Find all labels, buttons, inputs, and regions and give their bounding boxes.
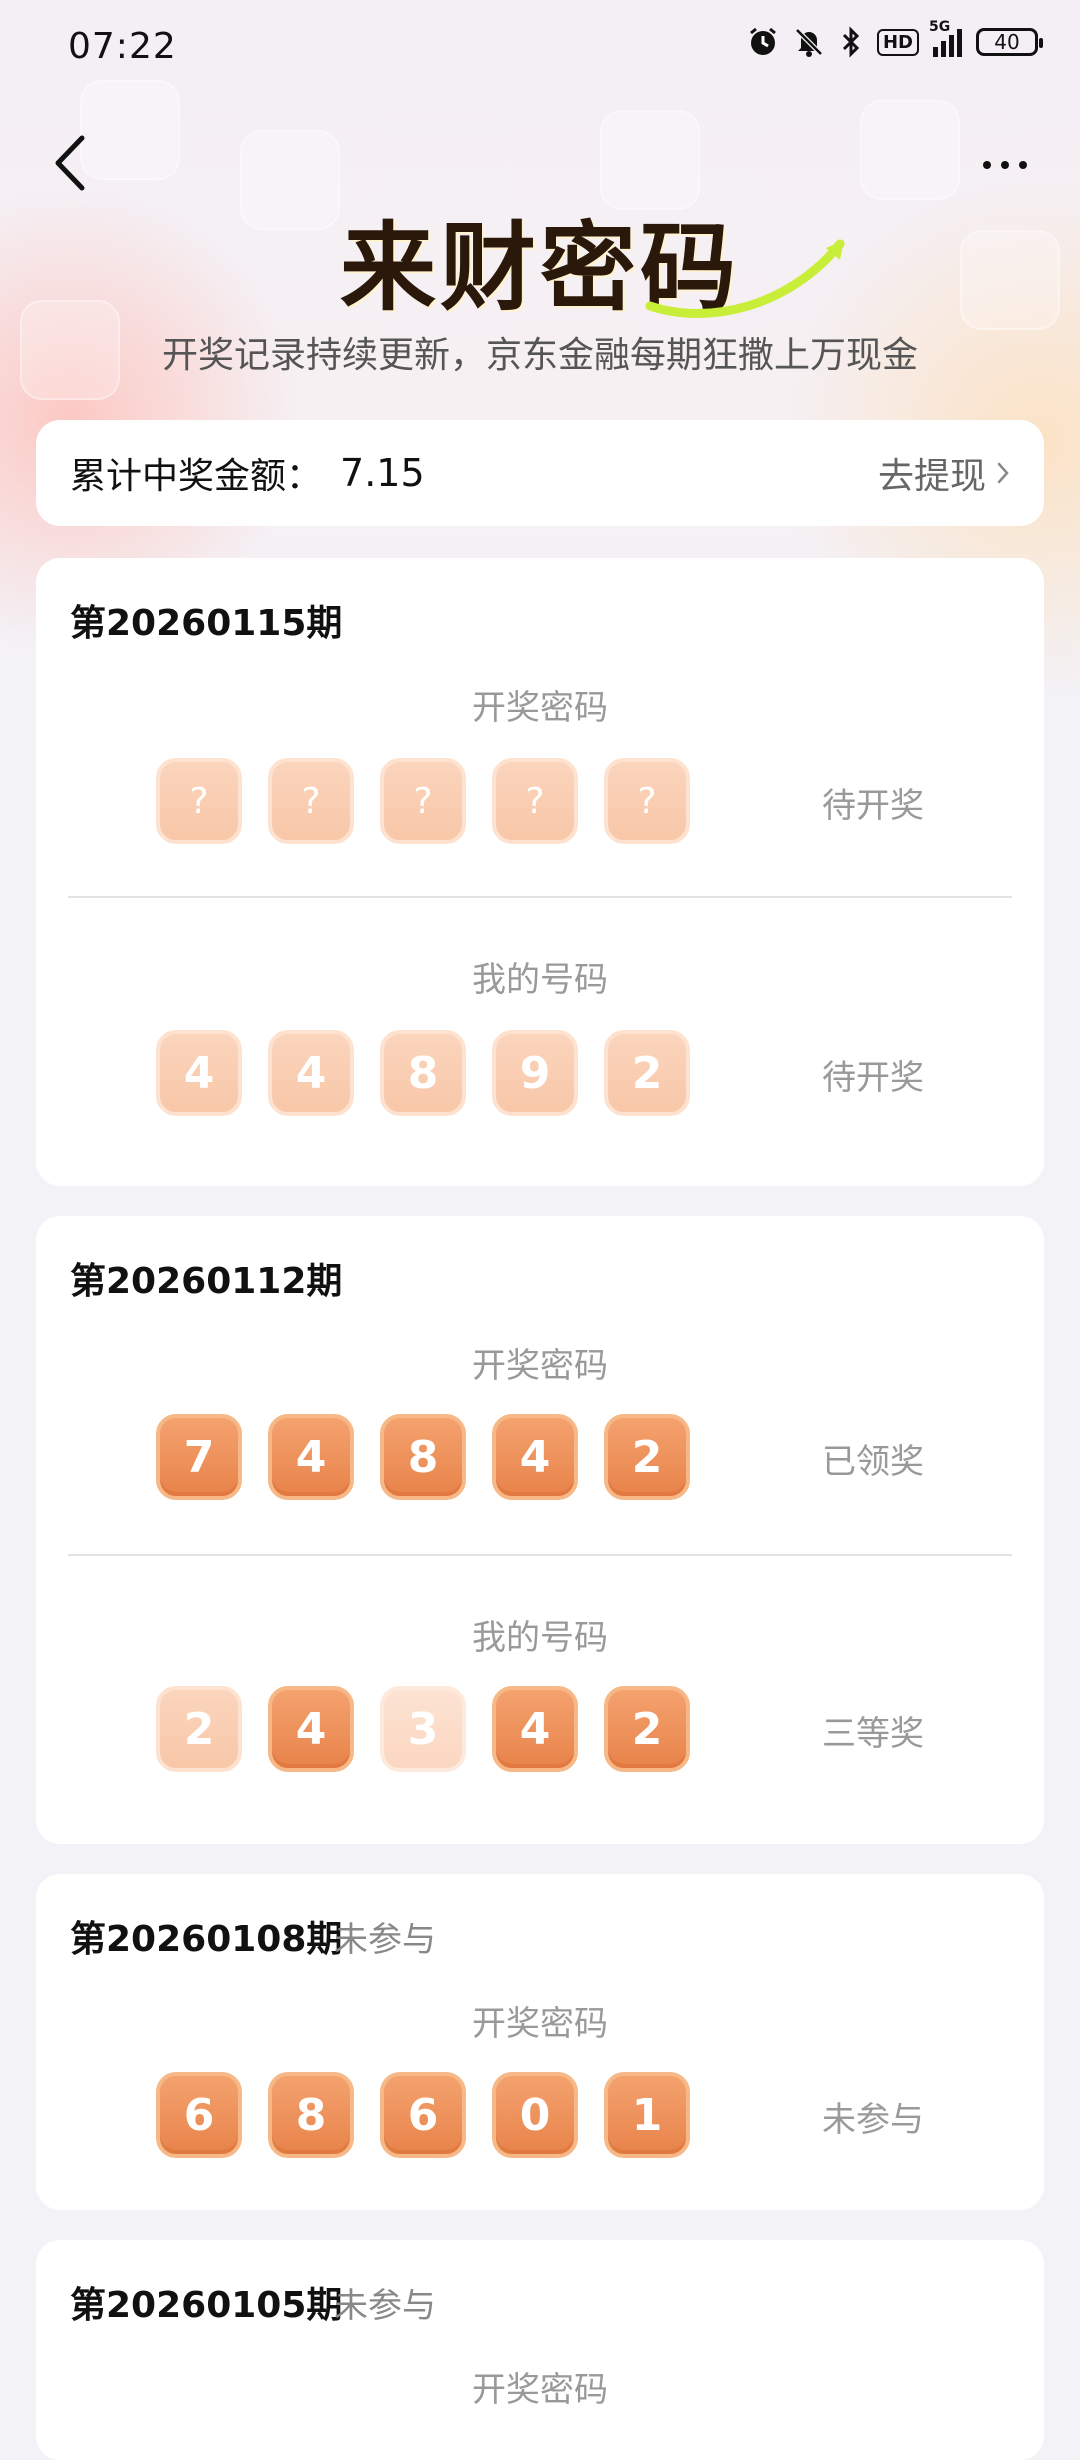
total-prize-amount: 7.15 (340, 451, 425, 495)
page-title: 来财密码 (340, 212, 740, 324)
number-ball: 2 (156, 1686, 242, 1772)
status-bar: 07:22 HD 5G 40 (0, 0, 1080, 96)
number-ball: 8 (380, 1030, 466, 1116)
issue-card: 第20260105期 未参与 开奖密码 (36, 2240, 1044, 2460)
number-ball: 2 (604, 1686, 690, 1772)
number-ball: 4 (268, 1414, 354, 1500)
battery-icon: 40 (976, 28, 1043, 56)
my-number-label: 我的号码 (472, 960, 608, 1000)
prize-summary-card: 累计中奖金额： 7.15 去提现 (36, 420, 1044, 526)
status-time: 07:22 (68, 26, 177, 67)
alarm-icon (747, 26, 779, 58)
draw-status: 已领奖 (822, 1442, 924, 1482)
total-prize-label: 累计中奖金额： (70, 456, 323, 497)
issue-title: 第20260108期 (70, 1919, 343, 1960)
number-ball: 6 (380, 2072, 466, 2158)
signal-icon: 5G (929, 19, 962, 57)
draw-code-label: 开奖密码 (472, 1346, 608, 1386)
number-ball: ? (268, 758, 354, 844)
status-icons: HD 5G 40 (747, 19, 1043, 58)
number-ball: 6 (156, 2072, 242, 2158)
number-ball: 8 (380, 1414, 466, 1500)
issue-title: 第20260115期 (70, 603, 343, 644)
chevron-right-icon (997, 462, 1009, 484)
chevron-left-icon (55, 135, 85, 191)
page-subtitle: 开奖记录持续更新，京东金融每期狂撒上万现金 (161, 335, 918, 376)
number-ball: 4 (492, 1414, 578, 1500)
draw-code-label: 开奖密码 (472, 688, 608, 728)
issue-card: 第20260108期 未参与 开奖密码 6 8 6 0 1 未参与 (36, 1874, 1044, 2210)
number-ball: 1 (604, 2072, 690, 2158)
issue-title: 第20260105期 (70, 2285, 343, 2326)
number-ball: 8 (268, 2072, 354, 2158)
mute-bell-icon (793, 26, 825, 58)
divider (68, 896, 1012, 898)
draw-code-label: 开奖密码 (472, 2370, 608, 2410)
number-ball: 4 (156, 1030, 242, 1116)
issue-card: 第20260112期 开奖密码 7 4 8 4 2 已领奖 我的号码 2 4 3… (36, 1216, 1044, 1844)
issue-card: 第20260115期 开奖密码 ? ? ? ? ? 待开奖 我的号码 4 4 8… (36, 558, 1044, 1186)
my-number-status: 待开奖 (822, 1058, 924, 1098)
my-number-status: 三等奖 (822, 1714, 924, 1754)
more-dot (983, 161, 991, 169)
number-ball: 4 (268, 1686, 354, 1772)
draw-number-row: ? ? ? ? ? (156, 758, 690, 844)
not-participated-tag: 未参与 (334, 2286, 436, 2326)
number-ball: ? (380, 758, 466, 844)
number-ball: 4 (492, 1686, 578, 1772)
number-ball: 4 (268, 1030, 354, 1116)
draw-code-label: 开奖密码 (472, 2004, 608, 2044)
more-dot (1019, 161, 1027, 169)
not-participated-tag: 未参与 (334, 1920, 436, 1960)
my-number-row: 2 4 3 4 2 (156, 1686, 690, 1772)
issue-title: 第20260112期 (70, 1261, 343, 1302)
more-button[interactable] (970, 140, 1040, 190)
back-button[interactable] (44, 128, 94, 198)
withdraw-link[interactable]: 去提现 (878, 447, 1010, 499)
number-ball: 7 (156, 1414, 242, 1500)
number-ball: 9 (492, 1030, 578, 1116)
number-ball: 2 (604, 1414, 690, 1500)
hd-badge: HD (876, 28, 919, 56)
divider (68, 1554, 1012, 1556)
number-ball: ? (492, 758, 578, 844)
more-dot (1001, 161, 1009, 169)
draw-status: 未参与 (822, 2100, 924, 2140)
bluetooth-icon (839, 26, 863, 58)
title-swoosh-decoration (645, 239, 845, 318)
number-ball: ? (604, 758, 690, 844)
number-ball: ? (156, 758, 242, 844)
number-ball: 0 (492, 2072, 578, 2158)
draw-status: 待开奖 (822, 786, 924, 826)
decor-tile (860, 100, 960, 200)
my-number-label: 我的号码 (472, 1618, 608, 1658)
number-ball: 3 (380, 1686, 466, 1772)
draw-number-row: 6 8 6 0 1 (156, 2072, 690, 2158)
my-number-row: 4 4 8 9 2 (156, 1030, 690, 1116)
withdraw-label: 去提现 (877, 456, 986, 497)
draw-number-row: 7 4 8 4 2 (156, 1414, 690, 1500)
number-ball: 2 (604, 1030, 690, 1116)
